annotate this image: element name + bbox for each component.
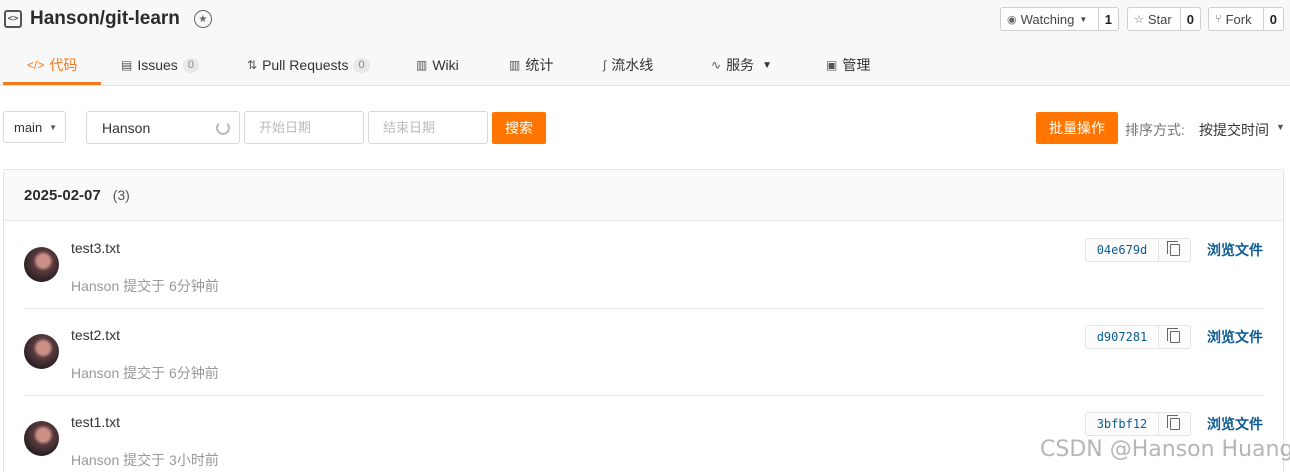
tab-wiki[interactable]: ▥ Wiki — [416, 44, 459, 86]
commit-meta: Hanson 提交于 6分钟前 — [71, 365, 219, 381]
loading-spinner-icon — [216, 121, 230, 135]
commit-row: test2.txt Hanson 提交于 6分钟前 d907281 浏览文件 — [24, 309, 1264, 396]
fork-button[interactable]: ⑂ Fork 0 — [1208, 7, 1284, 31]
branch-value: main — [14, 119, 43, 135]
avatar[interactable] — [24, 247, 59, 282]
code-icon: </> — [27, 58, 45, 72]
eye-icon: ◉ — [1007, 13, 1017, 26]
end-date-input[interactable] — [368, 111, 488, 144]
search-button[interactable]: 搜索 — [492, 112, 546, 144]
fork-label: Fork — [1225, 11, 1252, 27]
chevron-down-icon: ▼ — [49, 122, 57, 132]
commit-list-panel: 2025-02-07 (3) test3.txt Hanson 提交于 6分钟前… — [3, 169, 1284, 472]
wiki-icon: ▥ — [416, 58, 428, 72]
star-button[interactable]: ☆ Star 0 — [1127, 7, 1201, 31]
commit-row: test3.txt Hanson 提交于 6分钟前 04e679d 浏览文件 — [24, 222, 1264, 309]
copy-icon[interactable] — [1159, 239, 1190, 261]
star-icon: ☆ — [1134, 13, 1144, 26]
star-count[interactable]: 0 — [1181, 8, 1200, 30]
chart-icon: ▥ — [509, 58, 521, 72]
copy-icon[interactable] — [1159, 326, 1190, 348]
commit-message[interactable]: test1.txt — [71, 414, 120, 430]
sort-label: 排序方式: — [1125, 122, 1185, 138]
commit-sha-box: 04e679d — [1085, 238, 1191, 262]
tab-issues[interactable]: ▤ Issues 0 — [121, 44, 199, 86]
repo-title: <> Hanson/git-learn ★ — [4, 6, 212, 32]
fork-icon: ⑂ — [1215, 13, 1222, 25]
recommend-badge-icon[interactable]: ★ — [193, 10, 212, 28]
commit-message[interactable]: test3.txt — [71, 240, 120, 256]
repo-header: <> Hanson/git-learn ★ ◉ Watching ▼ 1 ☆ S… — [0, 0, 1290, 86]
commit-message[interactable]: test2.txt — [71, 327, 120, 343]
commit-sha-box: 3bfbf12 — [1085, 412, 1191, 436]
service-icon: ∿ — [711, 58, 722, 72]
commit-sha[interactable]: d907281 — [1086, 326, 1159, 348]
issues-icon: ▤ — [121, 58, 133, 72]
avatar[interactable] — [24, 334, 59, 369]
avatar[interactable] — [24, 421, 59, 456]
repo-code-icon: <> — [4, 10, 22, 28]
commit-sha-box: d907281 — [1085, 325, 1191, 349]
commit-filter-bar: main ▼ 搜索 批量操作 排序方式: 按提交时间 ▼ — [0, 111, 1290, 145]
watch-label: Watching — [1020, 11, 1075, 27]
browse-files-link[interactable]: 浏览文件 — [1207, 327, 1263, 347]
issues-count: 0 — [182, 57, 199, 73]
commit-sha[interactable]: 04e679d — [1086, 239, 1159, 261]
sort-select[interactable]: 按提交时间 — [1199, 120, 1269, 140]
pull-requests-count: 0 — [353, 57, 370, 73]
start-date-input[interactable] — [244, 111, 364, 144]
active-tab-indicator — [3, 82, 101, 85]
star-label: Star — [1147, 11, 1172, 27]
commit-date-header: 2025-02-07 (3) — [4, 170, 1283, 221]
branch-select[interactable]: main ▼ — [3, 111, 66, 143]
commit-meta: Hanson 提交于 6分钟前 — [71, 278, 219, 294]
batch-operation-button[interactable]: 批量操作 — [1036, 112, 1118, 144]
repo-name[interactable]: Hanson/git-learn — [30, 8, 180, 30]
tab-stats[interactable]: ▥ 统计 — [509, 44, 553, 86]
commit-count: (3) — [112, 187, 130, 203]
tab-code[interactable]: </> 代码 — [27, 44, 77, 86]
commit-date: 2025-02-07 — [24, 186, 101, 204]
pull-request-icon: ⇅ — [247, 58, 258, 72]
tab-pipeline[interactable]: ∫ 流水线 — [603, 44, 653, 86]
chevron-down-icon: ▼ — [1079, 14, 1088, 24]
browse-files-link[interactable]: 浏览文件 — [1207, 240, 1263, 260]
copy-icon[interactable] — [1159, 413, 1190, 435]
watch-button[interactable]: ◉ Watching ▼ 1 — [1000, 7, 1119, 31]
manage-icon: ▣ — [826, 58, 838, 72]
tab-pull-requests[interactable]: ⇅ Pull Requests 0 — [247, 44, 370, 86]
tab-manage[interactable]: ▣ 管理 — [826, 44, 870, 86]
pipeline-icon: ∫ — [603, 58, 607, 72]
chevron-down-icon[interactable]: ▼ — [1276, 122, 1285, 132]
watermark: CSDN @Hanson Huang — [1040, 437, 1290, 462]
tab-services[interactable]: ∿ 服务 ▼ — [711, 44, 772, 86]
commit-sha[interactable]: 3bfbf12 — [1086, 413, 1159, 435]
commit-meta: Hanson 提交于 3小时前 — [71, 452, 219, 468]
chevron-down-icon: ▼ — [762, 59, 772, 71]
watch-count[interactable]: 1 — [1099, 8, 1118, 30]
fork-count[interactable]: 0 — [1264, 8, 1283, 30]
browse-files-link[interactable]: 浏览文件 — [1207, 414, 1263, 434]
